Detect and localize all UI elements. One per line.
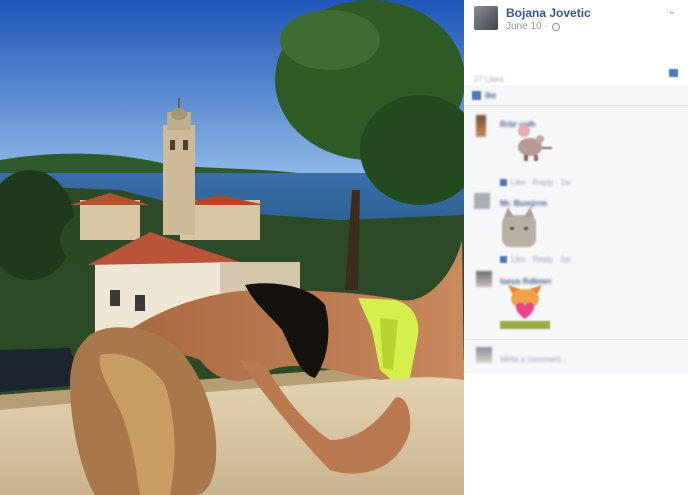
reply-arrow-icon[interactable]	[500, 179, 507, 186]
comment-actions[interactable]: Like · Reply · 1w	[500, 178, 571, 187]
share-icon[interactable]	[669, 69, 678, 77]
comment-meta: Like · Reply · 1w	[511, 178, 571, 187]
viewer-avatar	[476, 347, 492, 363]
post-author: Bojana Jovetic June 10 ·	[474, 6, 591, 34]
photo-viewer[interactable]	[0, 0, 464, 495]
sticker-fox-heart	[500, 285, 550, 329]
commenter-avatar[interactable]	[476, 271, 492, 287]
commenter-avatar[interactable]	[476, 115, 486, 137]
author-name-link[interactable]: Bojana Jovetic	[506, 6, 591, 20]
comment-meta: Like · Reply · 1w	[511, 255, 571, 264]
thumbs-up-icon[interactable]	[472, 91, 481, 100]
commenter-avatar[interactable]	[474, 193, 490, 209]
likes-count-text: 27 Likes	[474, 75, 504, 84]
sticker-cat	[502, 207, 536, 247]
author-avatar[interactable]	[474, 6, 498, 30]
reply-arrow-icon[interactable]	[500, 256, 507, 263]
like-row-text: ike	[485, 91, 497, 100]
comment-actions[interactable]: Like · Reply · 1w	[500, 255, 571, 264]
post-timestamp[interactable]: June 10 ·	[506, 20, 591, 34]
write-comment-placeholder: Write a comment...	[500, 355, 567, 364]
post-photo	[0, 0, 464, 495]
chevron-down-icon[interactable]: ⌄	[666, 6, 678, 18]
like-row: ike	[472, 91, 496, 100]
divider	[464, 105, 688, 106]
post-sidebar: Bojana Jovetic June 10 · ⌄ 27 Likes ike …	[464, 0, 688, 495]
globe-icon	[551, 23, 560, 31]
post-date-text: June 10 ·	[506, 21, 548, 32]
comments-section: ike Rrbr uslh Like · Reply · 1w Mr. Bumj	[464, 85, 688, 373]
write-comment-input[interactable]: Write a comment...	[500, 349, 567, 367]
sticker-mouse	[518, 125, 552, 161]
divider	[464, 339, 688, 340]
